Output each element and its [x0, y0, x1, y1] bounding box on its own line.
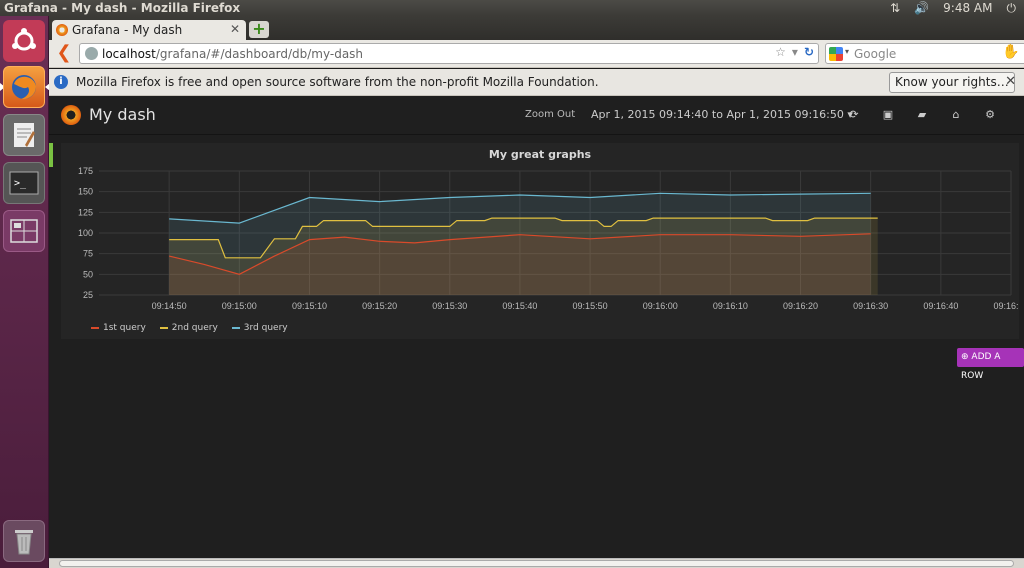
firefox-icon[interactable]	[3, 66, 45, 108]
browser-tab[interactable]: Grafana - My dash ✕	[52, 20, 246, 40]
refresh-icon[interactable]: ⟳	[847, 108, 861, 121]
x-tick-label: 09:15:30	[432, 301, 467, 311]
workspace-switcher-icon[interactable]	[3, 210, 45, 252]
y-tick-label: 75	[83, 249, 93, 259]
url-bar[interactable]: localhost/grafana/#/dashboard/db/my-dash…	[79, 43, 819, 64]
add-row-label: ADD A ROW	[961, 352, 1001, 381]
trash-icon[interactable]	[3, 520, 45, 562]
time-range-picker[interactable]: Apr 1, 2015 09:14:40 to Apr 1, 2015 09:1…	[591, 108, 853, 121]
grafana-app: My dash Zoom Out Apr 1, 2015 09:14:40 to…	[49, 96, 1024, 558]
power-icon[interactable]: ⏻	[1007, 1, 1017, 16]
url-path: /grafana/#/dashboard/db/my-dash	[155, 46, 364, 61]
engine-dropdown-icon[interactable]: ▾	[845, 47, 849, 56]
y-tick-label: 125	[78, 207, 93, 217]
know-your-rights-button[interactable]: Know your rights…	[889, 72, 1015, 93]
history-dropdown-icon[interactable]: ▾	[792, 45, 798, 59]
x-tick-label: 09:15:20	[362, 301, 397, 311]
legend-label: 2nd query	[171, 323, 218, 333]
system-tray: ⇅ 🔊 9:48 AM ⏻	[890, 0, 1024, 16]
grafana-navbar: My dash Zoom Out Apr 1, 2015 09:14:40 to…	[49, 96, 1024, 135]
search-bar[interactable]: ▾ Google 🔍	[825, 43, 1024, 64]
legend-swatch	[159, 327, 168, 329]
y-tick-label: 175	[78, 166, 93, 176]
graph-legend: 1st query 2nd query 3rd query	[91, 323, 288, 333]
reload-icon[interactable]: ↻	[804, 45, 814, 59]
x-tick-label: 09:15:10	[292, 301, 327, 311]
graph-canvas[interactable]: 175 150 125 100 75 50 25 09:14:50 09:15:00 09:15:…	[61, 165, 1019, 315]
bookmark-star-icon[interactable]: ☆	[775, 45, 786, 59]
x-tick-label: 09:16:00	[643, 301, 678, 311]
legend-label: 1st query	[103, 323, 146, 333]
tab-title: Grafana - My dash	[72, 23, 183, 37]
scrollbar-thumb[interactable]	[59, 560, 1014, 567]
legend-item[interactable]: 1st query	[91, 323, 146, 333]
x-tick-label: 09:15:40	[502, 301, 537, 311]
network-icon[interactable]: ⇅	[890, 1, 900, 15]
legend-swatch	[231, 327, 240, 329]
firefox-menu-icon[interactable]: ✋	[1002, 44, 1019, 62]
open-folder-icon[interactable]: ▰	[915, 108, 929, 121]
new-tab-button[interactable]: +	[249, 21, 269, 38]
close-tab-icon[interactable]: ✕	[230, 22, 240, 36]
y-tick-label: 150	[78, 187, 93, 197]
window-title: Grafana - My dash - Mozilla Firefox	[4, 1, 241, 15]
info-icon: i	[54, 75, 68, 89]
unity-launcher: >_	[0, 16, 50, 568]
close-notification-icon[interactable]: ✕	[1005, 74, 1016, 89]
panel-title[interactable]: My great graphs	[61, 148, 1019, 161]
grafana-favicon-icon	[56, 24, 68, 36]
browser-navbar: ❮ localhost/grafana/#/dashboard/db/my-da…	[49, 40, 1024, 68]
legend-item[interactable]: 2nd query	[159, 323, 218, 333]
svg-text:>_: >_	[14, 178, 27, 189]
notification-text: Mozilla Firefox is free and open source …	[76, 75, 599, 89]
x-tick-label: 09:15:50	[573, 301, 608, 311]
y-tick-label: 100	[78, 228, 93, 238]
add-row-button[interactable]: ⊕ ADD A ROW	[957, 348, 1024, 381]
notification-bar: i Mozilla Firefox is free and open sourc…	[49, 69, 1024, 96]
x-tick-label: 09:16:10	[713, 301, 748, 311]
legend-swatch	[91, 327, 99, 329]
graph-panel: My great graphs 175 150 125 100 75 50 25 09:14:…	[61, 143, 1019, 339]
home-icon[interactable]: ⌂	[949, 108, 963, 121]
x-tick-label: 09:16:30	[853, 301, 888, 311]
google-engine-icon[interactable]	[829, 47, 843, 61]
settings-gear-icon[interactable]: ⚙	[983, 108, 997, 121]
x-tick-label: 09:14:50	[152, 301, 187, 311]
clock[interactable]: 9:48 AM	[943, 1, 992, 15]
zoom-out-button[interactable]: Zoom Out	[525, 109, 575, 120]
dashboard-title[interactable]: My dash	[89, 105, 156, 124]
legend-label: 3rd query	[243, 323, 288, 333]
search-placeholder: Google	[854, 46, 897, 61]
dashboard-toolbar: ⟳ ▣ ▰ ⌂ ⚙	[847, 108, 997, 121]
save-icon[interactable]: ▣	[881, 108, 895, 121]
horizontal-scrollbar[interactable]	[49, 558, 1024, 568]
x-tick-label: 09:16:50	[993, 301, 1019, 311]
url-host: localhost	[102, 46, 156, 61]
site-identity-icon[interactable]	[85, 47, 98, 60]
url-bar-actions: ☆ ▾ ↻	[775, 45, 814, 59]
volume-icon[interactable]: 🔊	[914, 1, 929, 15]
row-collapse-handle[interactable]	[49, 143, 53, 167]
x-tick-label: 09:16:20	[783, 301, 818, 311]
dash-home-icon[interactable]	[3, 20, 45, 62]
y-tick-label: 50	[83, 269, 93, 279]
grafana-logo-icon[interactable]	[61, 105, 81, 125]
x-tick-label: 09:15:00	[222, 301, 257, 311]
text-editor-icon[interactable]	[3, 114, 45, 156]
y-tick-label: 25	[83, 290, 93, 300]
terminal-icon[interactable]: >_	[3, 162, 45, 204]
browser-tab-strip: Grafana - My dash ✕ +	[49, 16, 1024, 40]
legend-item[interactable]: 3rd query	[231, 323, 288, 333]
back-button[interactable]: ❮	[53, 43, 75, 65]
x-tick-label: 09:16:40	[923, 301, 958, 311]
system-top-panel: Grafana - My dash - Mozilla Firefox ⇅ 🔊 …	[0, 0, 1024, 16]
